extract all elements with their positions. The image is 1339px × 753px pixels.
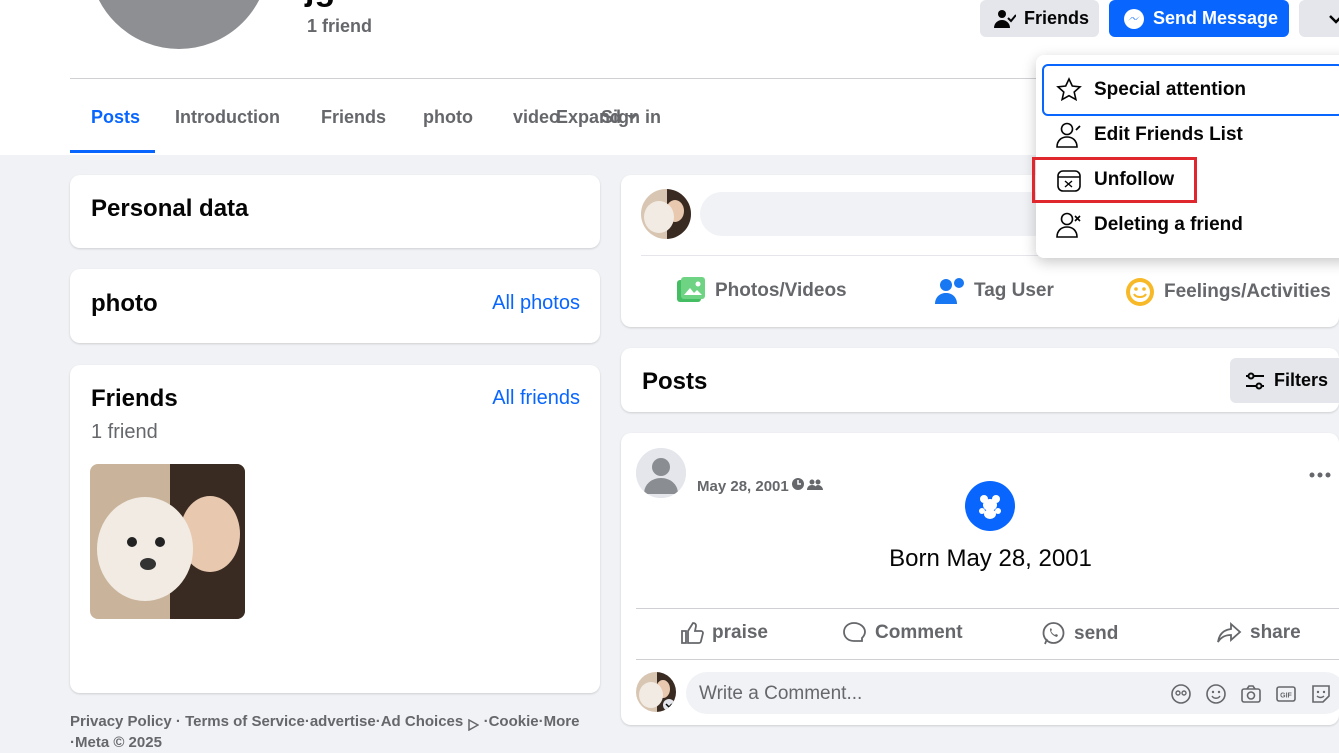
tab-posts[interactable]: Posts (91, 95, 140, 153)
feelings-activities-button[interactable]: Feelings/Activities (1124, 276, 1331, 308)
filters-icon (1246, 372, 1264, 389)
birth-event-icon (965, 481, 1015, 531)
smiley-icon (1126, 278, 1154, 306)
clock-icon (791, 477, 805, 495)
all-friends-link[interactable]: All friends (492, 387, 580, 410)
profile-friend-count[interactable]: 1 friend (307, 16, 372, 37)
tab-video[interactable]: video (513, 95, 560, 153)
edit-friends-icon (1056, 122, 1081, 148)
menu-item-delete-friend[interactable]: Deleting a friend (1036, 202, 1339, 247)
send-message-button[interactable]: Send Message (1109, 0, 1289, 37)
post-more-icon[interactable] (1308, 466, 1332, 484)
tag-user-icon (935, 278, 964, 304)
menu-item-label: Edit Friends List (1094, 123, 1243, 145)
personal-data-title: Personal data (91, 195, 249, 222)
footer-cookie-links[interactable]: ·Cookie·More (484, 713, 580, 730)
praise-label: praise (712, 622, 768, 643)
tab-photo[interactable]: photo (423, 95, 473, 153)
send-label: send (1074, 622, 1119, 644)
friends-title: Friends (91, 385, 178, 412)
sticker-icon[interactable] (1310, 683, 1332, 705)
personal-data-card: Personal data (70, 175, 600, 248)
comment-placeholder: Write a Comment... (699, 683, 863, 704)
photo-title: photo (91, 290, 158, 317)
send-button[interactable]: send (1041, 621, 1118, 646)
camera-icon[interactable] (1240, 683, 1262, 705)
tag-user-button[interactable]: Tag User (934, 276, 1054, 306)
friends-button-label: Friends (1024, 8, 1090, 28)
all-photos-link[interactable]: All photos (492, 292, 580, 315)
comment-bubble-icon (843, 622, 866, 642)
comment-button[interactable]: Comment (842, 621, 963, 645)
commenter-avatar[interactable] (636, 672, 676, 712)
more-options-button[interactable] (1299, 0, 1339, 37)
footer-copyright: ·Meta © 2025 (70, 734, 162, 751)
photo-gallery-icon (677, 277, 705, 302)
friends-button[interactable]: Friends (980, 0, 1099, 37)
audience-friends-icon (806, 478, 823, 495)
emoji-icon[interactable] (1205, 683, 1227, 705)
chevron-down-icon (1329, 14, 1339, 24)
menu-focus-ring (1042, 64, 1339, 116)
tab-dropdown-caret-icon (626, 109, 638, 127)
filters-button[interactable]: Filters (1230, 358, 1339, 403)
send-message-label: Send Message (1153, 8, 1279, 28)
footer-links[interactable]: Privacy Policy · Terms of Service·advert… (70, 713, 463, 730)
photos-videos-button[interactable]: Photos/Videos (675, 276, 847, 306)
friends-card: Friends All friends 1 friend (70, 365, 600, 693)
messenger-icon (1124, 8, 1144, 29)
post-timestamp[interactable]: May 28, 2001 (697, 477, 823, 495)
thumbs-up-icon (681, 622, 704, 644)
comment-label: Comment (875, 622, 963, 643)
feelings-label: Feelings/Activities (1164, 281, 1331, 302)
share-arrow-icon (1217, 621, 1242, 643)
tag-user-label: Tag User (974, 280, 1054, 301)
menu-item-edit-friends-list[interactable]: Edit Friends List (1036, 112, 1339, 157)
gif-icon[interactable]: GIF (1275, 683, 1297, 705)
photos-videos-label: Photos/Videos (715, 280, 847, 301)
profile-name: jg (305, 0, 335, 9)
post-divider-top (636, 608, 1339, 609)
friends-check-icon (994, 9, 1016, 28)
filters-label: Filters (1274, 370, 1329, 390)
avatar-sticker-icon[interactable] (1170, 683, 1192, 705)
menu-item-label: Deleting a friend (1094, 213, 1243, 235)
life-event-text: Born May 28, 2001 (889, 545, 1092, 572)
tab-friends[interactable]: Friends (321, 95, 386, 153)
post-author-avatar[interactable] (636, 448, 686, 498)
post-date-text: May 28, 2001 (697, 477, 789, 495)
posts-header-title: Posts (642, 368, 708, 395)
unfollow-highlight-box (1032, 157, 1197, 203)
whatsapp-icon (1042, 622, 1065, 645)
praise-button[interactable]: praise (680, 621, 768, 645)
friends-count: 1 friend (91, 421, 158, 443)
page-footer: Privacy Policy · Terms of Service·advert… (70, 711, 600, 753)
adchoices-icon (467, 716, 480, 732)
friend-photo[interactable] (90, 464, 245, 619)
composer-avatar[interactable] (641, 189, 691, 239)
remove-friend-icon (1056, 212, 1081, 238)
active-tab-indicator (70, 150, 155, 153)
share-label: share (1250, 622, 1301, 643)
photo-card: photo All photos (70, 269, 600, 343)
post-divider-bottom (636, 659, 1339, 660)
tab-introduction[interactable]: Introduction (175, 95, 280, 153)
share-button[interactable]: share (1216, 621, 1301, 645)
svg-text:GIF: GIF (1280, 693, 1292, 700)
